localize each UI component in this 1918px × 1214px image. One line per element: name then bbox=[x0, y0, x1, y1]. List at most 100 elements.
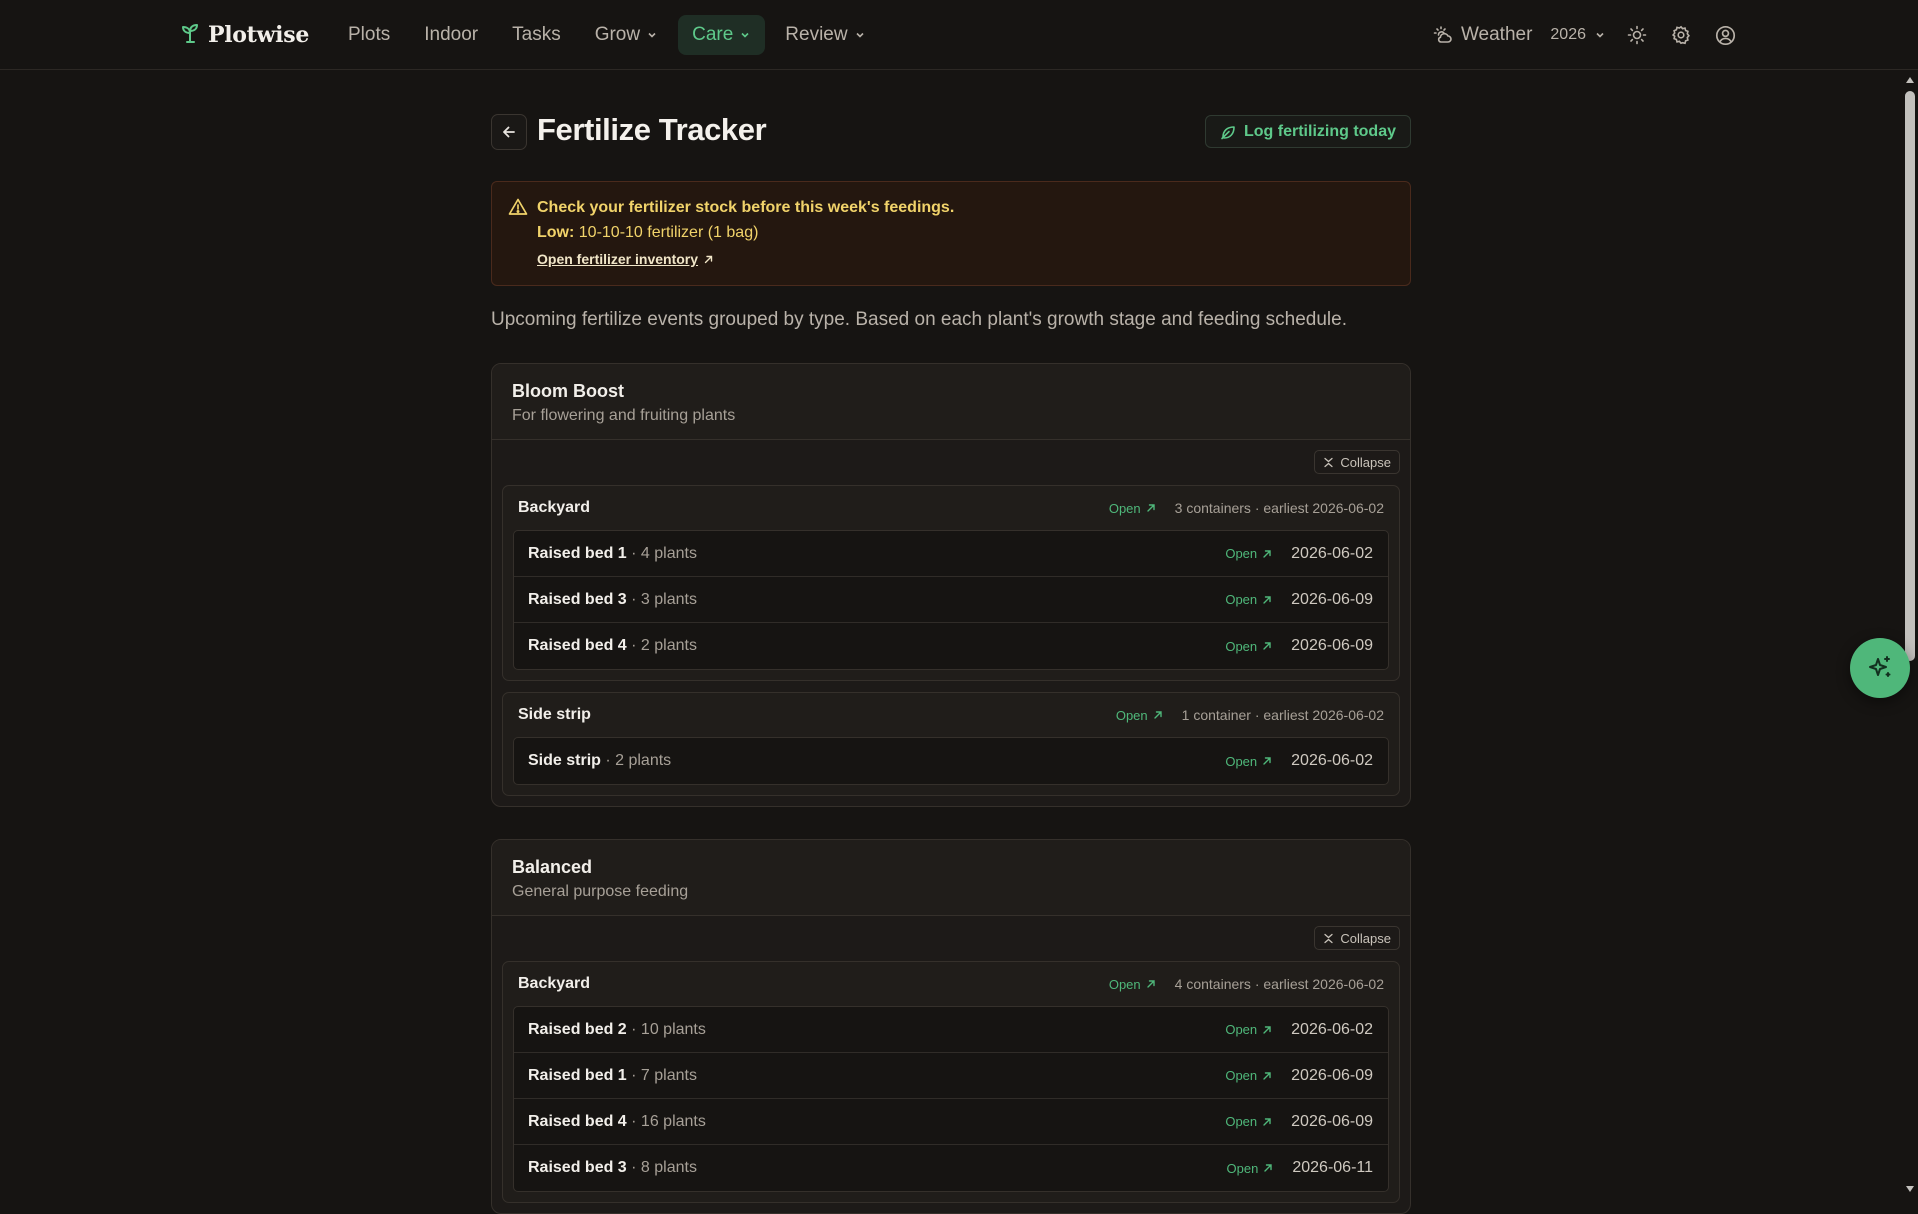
plot-card: Side strip Open 1 container · earliest 2… bbox=[502, 692, 1400, 796]
alert-low-label: Low: bbox=[537, 224, 575, 241]
scrollbar[interactable] bbox=[1902, 71, 1918, 1198]
plant-count: · 10 plants bbox=[626, 1020, 706, 1038]
user-circle-icon bbox=[1715, 25, 1735, 45]
scroll-up-arrow-icon[interactable] bbox=[1905, 75, 1915, 85]
external-arrow-icon bbox=[1263, 1025, 1271, 1034]
ai-assistant-button[interactable] bbox=[1850, 638, 1910, 698]
nav-tasks[interactable]: Tasks bbox=[498, 15, 575, 55]
external-arrow-icon bbox=[1263, 642, 1271, 650]
nav-care-menu[interactable]: Care bbox=[678, 15, 766, 55]
top-navbar: Plotwise Plots Indoor Tasks Grow Care Re… bbox=[0, 0, 1918, 70]
plot-summary: 1 container · earliest 2026-06-02 bbox=[1181, 707, 1384, 723]
theme-toggle-button[interactable] bbox=[1624, 22, 1650, 48]
container-name: Raised bed 2 bbox=[528, 1020, 627, 1038]
open-label: Open bbox=[1108, 500, 1141, 516]
open-plot-link[interactable]: Open bbox=[1109, 977, 1156, 992]
fertilizer-group: Bloom Boost For flowering and fruiting p… bbox=[491, 363, 1411, 807]
page-header: Fertilize Tracker Log fertilizing today bbox=[491, 110, 1411, 152]
chevron-down-icon bbox=[856, 32, 864, 38]
main-nav: Plots Indoor Tasks Grow Care Review bbox=[334, 15, 880, 55]
scroll-down-arrow-icon[interactable] bbox=[1905, 1184, 1915, 1194]
nav-grow-menu[interactable]: Grow bbox=[581, 15, 672, 55]
container-name: Raised bed 3 bbox=[528, 1159, 627, 1176]
due-date: 2026-06-09 bbox=[1291, 1112, 1373, 1130]
plant-count: · 3 plants bbox=[626, 590, 697, 608]
fertilizer-inventory-link[interactable]: Open fertilizer inventory bbox=[537, 251, 714, 267]
warning-triangle-icon bbox=[508, 198, 528, 215]
container-name: Raised bed 1 bbox=[528, 544, 627, 562]
open-container-link[interactable]: Open bbox=[1225, 592, 1272, 607]
brand-logo[interactable]: Plotwise bbox=[180, 20, 309, 50]
due-date: 2026-06-11 bbox=[1292, 1159, 1373, 1176]
container-list: Raised bed 1 · 4 plants Open 2026-06-02 R… bbox=[513, 530, 1389, 670]
open-container-link[interactable]: Open bbox=[1225, 754, 1272, 769]
collapse-button[interactable]: Collapse bbox=[1314, 926, 1400, 950]
external-arrow-icon bbox=[1153, 711, 1162, 719]
weather-label: Weather bbox=[1460, 24, 1533, 45]
year-value: 2026 bbox=[1550, 26, 1586, 43]
due-date: 2026-06-09 bbox=[1291, 637, 1373, 654]
container-row: Raised bed 3 · 8 plants Open 2026-06-11 bbox=[514, 1145, 1388, 1191]
external-arrow-icon bbox=[1263, 1071, 1271, 1080]
group-description: General purpose feeding bbox=[512, 883, 689, 900]
plot-name: Backyard bbox=[518, 499, 591, 516]
group-name: Bloom Boost bbox=[512, 381, 624, 401]
chevron-down-icon bbox=[648, 32, 656, 38]
plant-count: · 2 plants bbox=[600, 752, 672, 769]
open-container-link[interactable]: Open bbox=[1225, 1068, 1272, 1083]
open-container-link[interactable]: Open bbox=[1225, 1114, 1272, 1129]
open-label: Open bbox=[1225, 753, 1258, 769]
scrollbar-thumb[interactable] bbox=[1905, 91, 1915, 661]
container-row: Raised bed 2 · 10 plants Open 2026-06-02 bbox=[514, 1007, 1388, 1053]
container-list: Side strip · 2 plants Open 2026-06-02 bbox=[513, 737, 1389, 785]
collapse-icon bbox=[1324, 933, 1334, 943]
open-container-link[interactable]: Open bbox=[1227, 1161, 1274, 1176]
open-plot-link[interactable]: Open bbox=[1116, 708, 1163, 723]
container-name: Raised bed 1 bbox=[528, 1066, 627, 1084]
group-description: For flowering and fruiting plants bbox=[512, 407, 736, 424]
container-row: Raised bed 4 · 16 plants Open 2026-06-09 bbox=[514, 1099, 1388, 1145]
open-container-link[interactable]: Open bbox=[1225, 1022, 1272, 1037]
nav-indoor[interactable]: Indoor bbox=[410, 15, 492, 55]
arrow-left-icon bbox=[503, 126, 515, 138]
nav-review-label: Review bbox=[785, 24, 848, 45]
plot-header: Backyard Open 3 containers · earliest 20… bbox=[513, 486, 1389, 530]
weather-button[interactable]: Weather bbox=[1433, 24, 1532, 46]
open-container-link[interactable]: Open bbox=[1225, 546, 1272, 561]
container-name: Side strip bbox=[528, 752, 601, 769]
due-date: 2026-06-09 bbox=[1291, 590, 1373, 608]
group-body: Collapse Backyard Open 3 containers · ea… bbox=[492, 440, 1410, 806]
open-plot-link[interactable]: Open bbox=[1109, 501, 1156, 516]
cloud-sun-icon bbox=[1433, 26, 1452, 43]
plant-count: · 16 plants bbox=[626, 1112, 706, 1130]
group-body: Collapse Backyard Open 4 containers · ea… bbox=[492, 916, 1410, 1213]
plot-card: Backyard Open 3 containers · earliest 20… bbox=[502, 485, 1400, 681]
nav-plots[interactable]: Plots bbox=[334, 15, 404, 55]
log-fertilizing-button[interactable]: Log fertilizing today bbox=[1205, 115, 1411, 148]
account-button[interactable] bbox=[1712, 22, 1738, 48]
container-name: Raised bed 4 bbox=[528, 1112, 627, 1130]
open-label: Open bbox=[1226, 1160, 1259, 1176]
nav-review-menu[interactable]: Review bbox=[771, 15, 879, 55]
external-arrow-icon bbox=[704, 255, 713, 263]
settings-button[interactable] bbox=[1668, 22, 1694, 48]
collapse-button[interactable]: Collapse bbox=[1314, 450, 1400, 474]
group-name: Balanced bbox=[512, 857, 593, 877]
sparkles-icon bbox=[1869, 656, 1891, 677]
external-arrow-icon bbox=[1263, 757, 1271, 765]
due-date: 2026-06-02 bbox=[1291, 544, 1373, 562]
back-button[interactable] bbox=[491, 114, 527, 150]
year-selector[interactable]: 2026 bbox=[1550, 26, 1606, 44]
plant-count: · 8 plants bbox=[626, 1159, 697, 1176]
alert-title: Check your fertilizer stock before this … bbox=[537, 199, 955, 216]
main-content: Fertilize Tracker Log fertilizing today … bbox=[491, 110, 1411, 1214]
external-arrow-icon bbox=[1263, 595, 1271, 604]
collapse-icon bbox=[1324, 457, 1334, 467]
plot-summary: 3 containers · earliest 2026-06-02 bbox=[1174, 500, 1384, 516]
group-header: Bloom Boost For flowering and fruiting p… bbox=[492, 364, 1410, 440]
collapse-label: Collapse bbox=[1340, 454, 1391, 470]
container-row: Raised bed 3 · 3 plants Open 2026-06-09 bbox=[514, 577, 1388, 623]
open-label: Open bbox=[1225, 638, 1258, 654]
open-container-link[interactable]: Open bbox=[1225, 639, 1272, 654]
plot-header: Side strip Open 1 container · earliest 2… bbox=[513, 693, 1389, 737]
